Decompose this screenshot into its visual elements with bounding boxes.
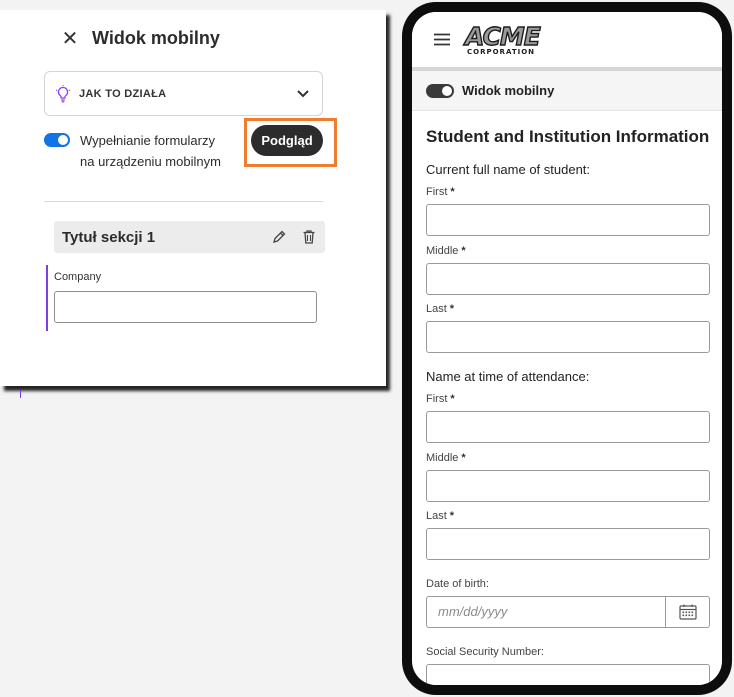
mobile-fill-toggle-row: Wypełnianie formularzy na urządzeniu mob… [44,130,230,172]
attendance-last-label: Last * [426,510,455,522]
last-name-input[interactable] [426,321,710,353]
preview-button[interactable]: Podgląd [251,125,323,156]
attendance-first-input[interactable] [426,411,710,443]
ssn-input[interactable] [426,664,710,685]
how-it-works-label: JAK TO DZIAŁA [79,87,167,100]
section-title: Tytuł sekcji 1 [62,228,156,246]
section-header[interactable]: Tytuł sekcji 1 [54,221,325,253]
attendance-last-input[interactable] [426,528,710,560]
form-title: Student and Institution Information [426,127,710,146]
mobile-view-panel: ✕ Widok mobilny JAK TO DZIAŁA Wypełniani… [0,10,386,398]
phone-screen: ACME CORPORATION Widok mobilny Student a… [412,12,722,685]
chevron-down-icon[interactable] [296,89,310,99]
how-it-works-accordion[interactable]: JAK TO DZIAŁA [44,71,323,116]
dob-input[interactable]: mm/dd/yyyy [426,596,710,628]
ssn-label: Social Security Number: [426,646,544,658]
attendance-name-group-label: Name at time of attendance: [426,369,590,384]
field-selection-accent [46,265,48,331]
first-name-label: First * [426,186,455,198]
pencil-icon[interactable] [271,229,287,245]
middle-name-input[interactable] [426,263,710,295]
dob-label: Date of birth: [426,578,489,590]
divider [44,201,323,202]
mobile-view-label: Widok mobilny [462,83,555,98]
logo-main-text: ACME [464,22,541,51]
trash-icon[interactable] [301,229,317,245]
lightbulb-icon [55,84,71,102]
mobile-fill-toggle[interactable] [44,133,70,147]
panel-title: Widok mobilny [92,28,220,48]
hamburger-menu-icon[interactable] [434,33,450,46]
calendar-button[interactable] [665,597,709,627]
dob-placeholder: mm/dd/yyyy [438,604,508,619]
current-name-group-label: Current full name of student: [426,162,591,177]
attendance-middle-input[interactable] [426,470,710,502]
acme-logo: ACME CORPORATION [464,22,541,56]
panel-header: ✕ Widok mobilny [60,28,220,49]
close-icon[interactable]: ✕ [60,29,80,49]
mobile-fill-toggle-label: Wypełnianie formularzy na urządzeniu mob… [80,133,221,169]
calendar-icon [678,604,697,620]
company-label: Company [54,271,102,283]
attendance-middle-label: Middle * [426,452,466,464]
attendance-first-label: First * [426,393,455,405]
company-input[interactable] [54,291,317,323]
middle-name-label: Middle * [426,245,466,257]
mobile-view-toggle[interactable] [426,83,454,98]
logo-sub-text: CORPORATION [467,48,536,56]
last-name-label: Last * [426,303,455,315]
phone-frame: ACME CORPORATION Widok mobilny Student a… [402,2,732,695]
mobile-view-row: Widok mobilny [412,71,722,111]
app-bar: ACME CORPORATION [412,12,722,67]
first-name-input[interactable] [426,204,710,236]
resize-tick [20,390,21,398]
